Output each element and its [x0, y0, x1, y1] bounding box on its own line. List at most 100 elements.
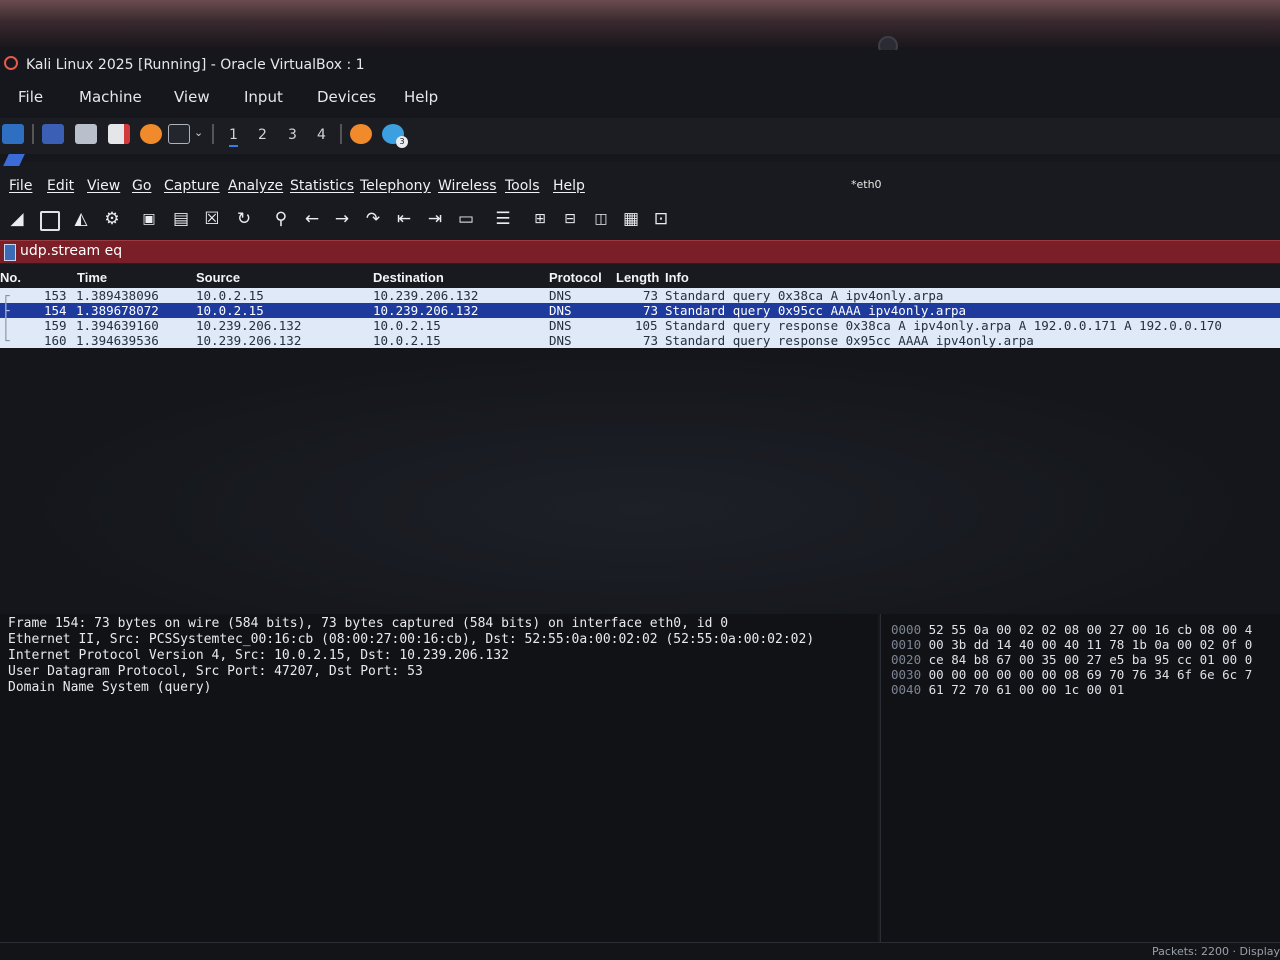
- packet-destination: 10.239.206.132: [373, 303, 479, 318]
- display-filter-bar: [0, 240, 1280, 264]
- detail-ethernet[interactable]: Ethernet II, Src: PCSSystemtec_00:16:cb …: [8, 632, 814, 647]
- vbox-menu-bar: File Machine View Input Devices Help: [0, 82, 1280, 114]
- vbox-menu-devices[interactable]: Devices: [317, 88, 376, 106]
- open-file-icon[interactable]: ▣: [138, 208, 160, 230]
- hex-bytes: ce 84 b8 67 00 35 00 27 e5 ba 95 cc 01 0…: [928, 652, 1253, 667]
- workspace-3[interactable]: 3: [288, 127, 297, 143]
- firefox-taskbar-icon[interactable]: [350, 124, 372, 144]
- go-forward-icon[interactable]: →: [331, 208, 353, 230]
- hex-row[interactable]: 0000 52 55 0a 00 02 02 08 00 27 00 16 cb…: [891, 622, 1252, 637]
- zoom-out-icon[interactable]: ⊟: [559, 208, 581, 230]
- autoscroll-icon[interactable]: ▭: [455, 208, 477, 230]
- hex-row[interactable]: 0020 ce 84 b8 67 00 35 00 27 e5 ba 95 cc…: [891, 652, 1252, 667]
- menu-analyze[interactable]: Analyze: [228, 178, 283, 194]
- menu-statistics[interactable]: Statistics: [290, 178, 354, 194]
- vbox-menu-machine[interactable]: Machine: [79, 88, 142, 106]
- packet-bytes-pane: 0000 52 55 0a 00 02 02 08 00 27 00 16 cb…: [880, 614, 1280, 960]
- go-back-icon[interactable]: ←: [301, 208, 323, 230]
- vbox-menu-help[interactable]: Help: [404, 88, 438, 106]
- file-manager-icon[interactable]: [75, 124, 97, 144]
- packet-row[interactable]: └ 160 1.394639536 10.239.206.132 10.0.2.…: [0, 333, 1280, 348]
- workspace-2[interactable]: 2: [258, 127, 267, 143]
- display-filter-input[interactable]: [18, 242, 1222, 260]
- close-file-icon[interactable]: ☒: [201, 208, 223, 230]
- panel-divider: [32, 124, 34, 144]
- resize-columns-icon[interactable]: ▦: [620, 208, 642, 230]
- vbox-menu-view[interactable]: View: [174, 88, 210, 106]
- hex-bytes: 61 72 70 61 00 00 1c 00 01: [928, 682, 1125, 697]
- packet-info: Standard query response 0x38ca A ipv4onl…: [665, 318, 1222, 333]
- menu-edit[interactable]: Edit: [47, 178, 74, 194]
- menu-telephony[interactable]: Telephony: [360, 178, 431, 194]
- normal-size-icon[interactable]: ◫: [590, 208, 612, 230]
- wireshark-menu-bar: File Edit View Go Capture Analyze Statis…: [0, 176, 1280, 200]
- col-source[interactable]: Source: [196, 270, 240, 285]
- terminal-icon[interactable]: [168, 124, 190, 144]
- detail-udp[interactable]: User Datagram Protocol, Src Port: 47207,…: [8, 664, 423, 679]
- wireshark-taskbar-icon[interactable]: 3: [382, 124, 408, 148]
- detail-dns[interactable]: Domain Name System (query): [8, 680, 212, 695]
- packet-source: 10.0.2.15: [196, 288, 264, 303]
- packet-time: 1.389438096: [76, 288, 159, 303]
- menu-view[interactable]: View: [87, 178, 120, 194]
- col-no[interactable]: No.: [0, 270, 21, 285]
- packet-no: 159: [44, 318, 67, 333]
- packet-destination: 10.0.2.15: [373, 333, 441, 348]
- hex-row[interactable]: 0010 00 3b dd 14 40 00 40 11 78 1b 0a 00…: [891, 637, 1252, 652]
- virtualbox-logo-icon: [4, 56, 18, 70]
- packet-row[interactable]: ┌ 153 1.389438096 10.0.2.15 10.239.206.1…: [0, 288, 1280, 303]
- kali-menu-icon[interactable]: [2, 124, 24, 144]
- first-packet-icon[interactable]: ⇤: [393, 208, 415, 230]
- col-time[interactable]: Time: [77, 270, 107, 285]
- menu-file[interactable]: File: [9, 178, 32, 194]
- menu-wireless[interactable]: Wireless: [438, 178, 497, 194]
- conversation-tree-icon: └: [2, 333, 10, 348]
- hex-row[interactable]: 0030 00 00 00 00 00 00 08 69 70 76 34 6f…: [891, 667, 1252, 682]
- detail-frame[interactable]: Frame 154: 73 bytes on wire (584 bits), …: [8, 616, 728, 631]
- last-packet-icon[interactable]: ⇥: [424, 208, 446, 230]
- hex-offset: 0020: [891, 652, 922, 667]
- packet-source: 10.239.206.132: [196, 318, 302, 333]
- go-to-packet-icon[interactable]: ↷: [362, 208, 384, 230]
- vbox-menu-file[interactable]: File: [18, 88, 43, 106]
- firefox-icon[interactable]: [140, 124, 162, 144]
- workspace-4[interactable]: 4: [317, 127, 326, 143]
- col-info[interactable]: Info: [665, 270, 689, 285]
- start-capture-icon[interactable]: ◢: [6, 208, 28, 230]
- bookmark-icon[interactable]: [4, 244, 16, 261]
- col-length[interactable]: Length: [616, 270, 659, 285]
- colorize-icon[interactable]: ☰: [492, 208, 514, 230]
- hex-offset: 0000: [891, 622, 922, 637]
- packet-list-empty-area[interactable]: [0, 348, 1280, 616]
- menu-help[interactable]: Help: [553, 178, 585, 194]
- menu-go[interactable]: Go: [132, 178, 151, 194]
- vbox-menu-input[interactable]: Input: [244, 88, 283, 106]
- capture-options-icon[interactable]: ⚙: [101, 208, 123, 230]
- packet-info: Standard query 0x38ca A ipv4only.arpa: [665, 288, 944, 303]
- restart-capture-icon[interactable]: ◭: [70, 208, 92, 230]
- menu-tools[interactable]: Tools: [505, 178, 540, 194]
- find-packet-icon[interactable]: ⚲: [270, 208, 292, 230]
- col-destination[interactable]: Destination: [373, 270, 444, 285]
- detail-ipv4[interactable]: Internet Protocol Version 4, Src: 10.0.2…: [8, 648, 509, 663]
- hex-row[interactable]: 0040 61 72 70 61 00 00 1c 00 01: [891, 682, 1124, 697]
- packet-no: 154: [44, 303, 67, 318]
- chevron-down-icon[interactable]: ⌄: [194, 126, 203, 139]
- packet-destination: 10.239.206.132: [373, 288, 479, 303]
- col-protocol[interactable]: Protocol: [549, 270, 602, 285]
- packet-row-selected[interactable]: ├ 154 1.389678072 10.0.2.15 10.239.206.1…: [0, 303, 1280, 318]
- save-file-icon[interactable]: ▤: [170, 208, 192, 230]
- zoom-in-icon[interactable]: ⊞: [529, 208, 551, 230]
- packet-row[interactable]: │ 159 1.394639160 10.239.206.132 10.0.2.…: [0, 318, 1280, 333]
- menu-capture[interactable]: Capture: [164, 178, 220, 194]
- text-editor-icon[interactable]: [108, 124, 130, 144]
- layout-icon[interactable]: ⊡: [650, 208, 672, 230]
- hex-bytes: 00 3b dd 14 40 00 40 11 78 1b 0a 00 02 0…: [928, 637, 1253, 652]
- workspace-1[interactable]: 1: [229, 127, 238, 147]
- stop-capture-icon[interactable]: [40, 211, 60, 231]
- packet-protocol: DNS: [549, 303, 572, 318]
- desktop-icon[interactable]: [42, 124, 64, 144]
- hex-offset: 0040: [891, 682, 922, 697]
- reload-file-icon[interactable]: ↻: [233, 208, 255, 230]
- packet-protocol: DNS: [549, 333, 572, 348]
